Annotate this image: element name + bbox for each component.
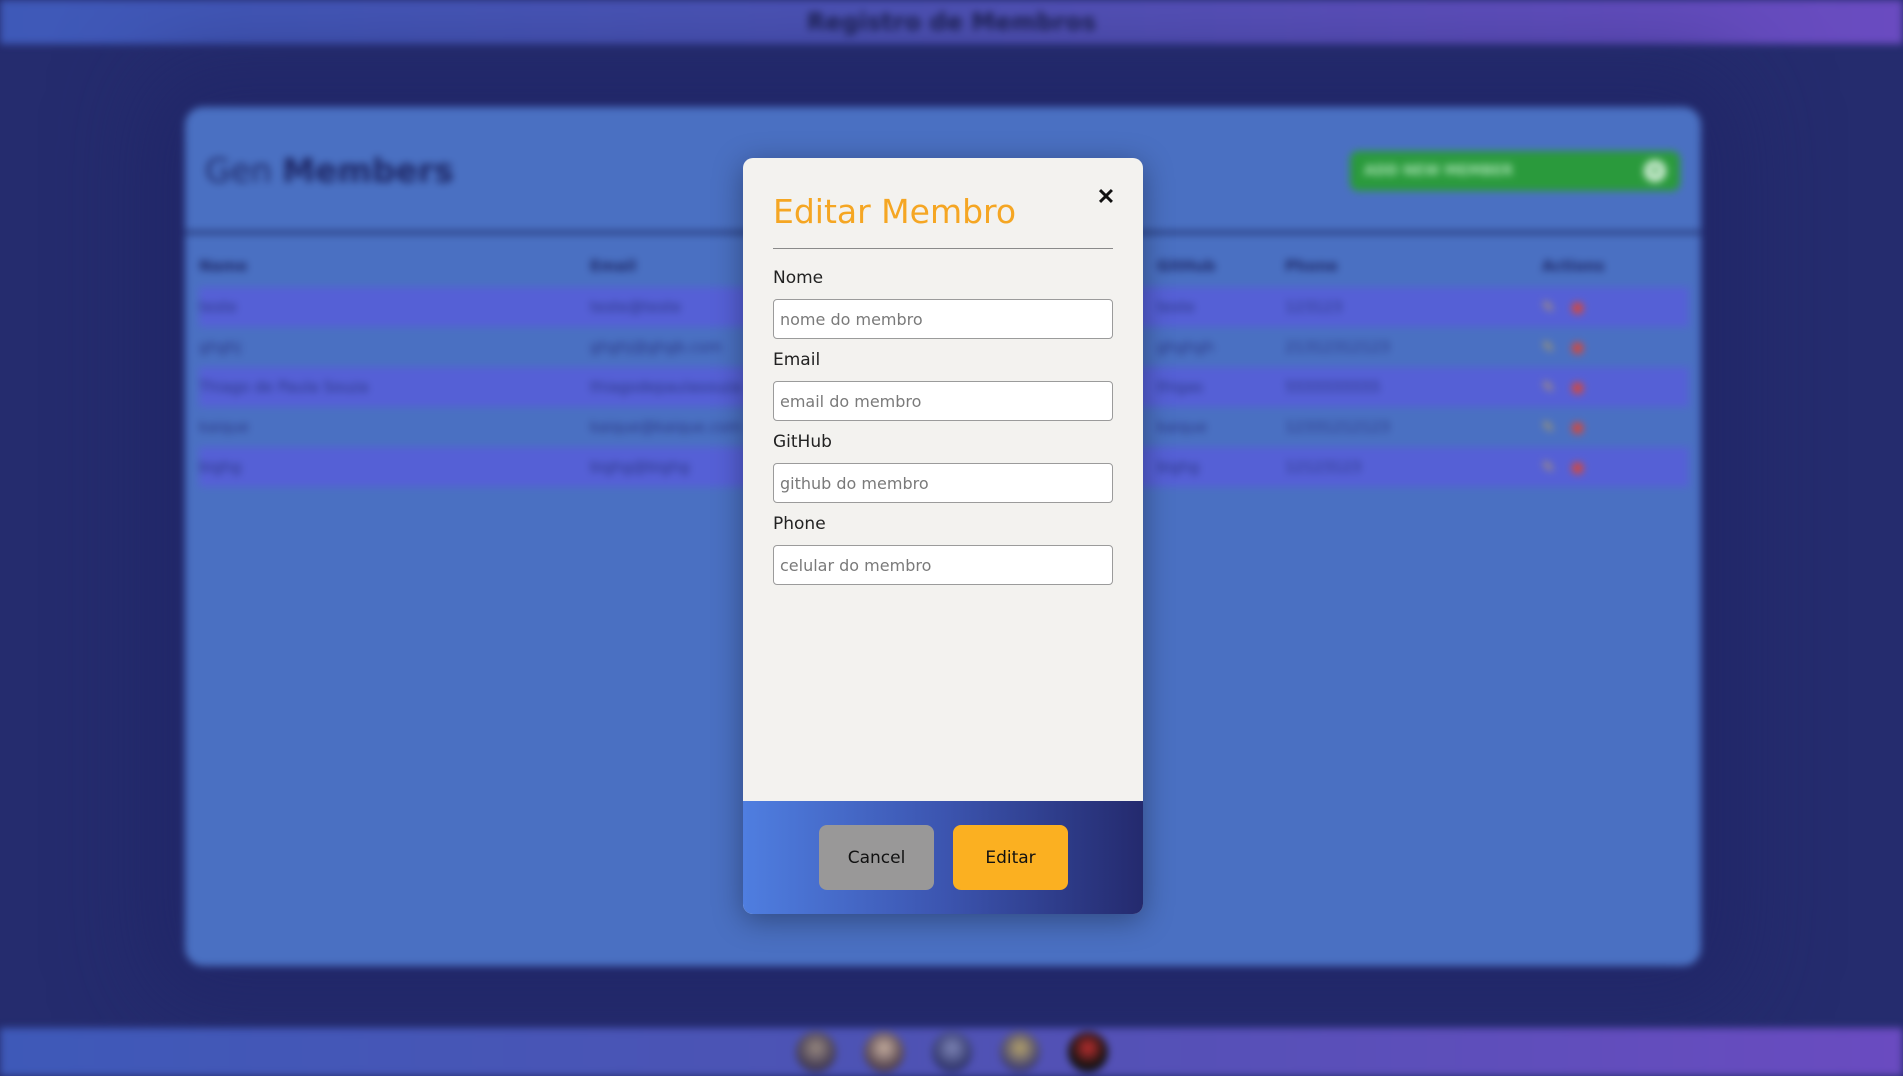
cell-email: teste@teste	[590, 298, 682, 316]
cell-github: ghghgh	[1157, 338, 1215, 356]
email-field-label: Email	[773, 350, 821, 370]
cell-name: kaique	[199, 418, 250, 436]
modal-footer: Cancel Editar	[743, 801, 1143, 914]
panel-title-prefix: Gen	[205, 151, 272, 190]
cell-phone: 123123	[1285, 298, 1343, 316]
avatar[interactable]	[999, 1032, 1040, 1072]
pencil-icon[interactable]: ✎	[1542, 338, 1555, 356]
github-field-label: GitHub	[773, 432, 832, 452]
cell-phone: 5555555555	[1285, 378, 1381, 396]
column-header-github: GitHub	[1157, 257, 1216, 275]
trash-icon[interactable]: ●	[1571, 458, 1584, 476]
trash-icon[interactable]: ●	[1571, 338, 1584, 356]
trash-icon[interactable]: ●	[1571, 298, 1584, 316]
modal-divider	[773, 248, 1113, 249]
cell-phone: 12123123	[1285, 458, 1362, 476]
cell-github: kaique	[1157, 418, 1208, 436]
edit-member-modal: Editar Membro ✕ Nome Email GitHub Phone …	[743, 158, 1143, 914]
cell-github: thigas	[1157, 378, 1204, 396]
github-field[interactable]	[773, 463, 1113, 503]
column-header-actions: Actions	[1542, 257, 1605, 275]
trash-icon[interactable]: ●	[1571, 418, 1584, 436]
avatar[interactable]	[1067, 1032, 1108, 1072]
phone-field[interactable]	[773, 545, 1113, 585]
cell-email: ghghj@ghgb.com	[590, 338, 723, 356]
cell-phone: 21312312123	[1285, 338, 1390, 356]
pencil-icon[interactable]: ✎	[1542, 378, 1555, 396]
cell-github: teste	[1157, 298, 1196, 316]
cell-email: kaique@kaique.com	[590, 418, 742, 436]
email-field[interactable]	[773, 381, 1113, 421]
cancel-button[interactable]: Cancel	[819, 825, 934, 890]
submit-edit-button[interactable]: Editar	[953, 825, 1068, 890]
plus-circle-icon: +	[1644, 160, 1666, 182]
app-footer	[0, 1028, 1903, 1076]
phone-field-label: Phone	[773, 514, 826, 534]
avatar[interactable]	[863, 1032, 904, 1072]
panel-title: Gen Members	[205, 151, 454, 190]
pencil-icon[interactable]: ✎	[1542, 458, 1555, 476]
name-field[interactable]	[773, 299, 1113, 339]
pencil-icon[interactable]: ✎	[1542, 298, 1555, 316]
avatar[interactable]	[931, 1032, 972, 1072]
cell-email: bighg@bighg	[590, 458, 690, 476]
cell-phone: 12331212123	[1285, 418, 1390, 436]
modal-title: Editar Membro	[773, 192, 1017, 231]
column-header-phone: Phone	[1285, 257, 1338, 275]
cell-github: bighg	[1157, 458, 1200, 476]
close-icon[interactable]: ✕	[1093, 184, 1119, 210]
pencil-icon[interactable]: ✎	[1542, 418, 1555, 436]
column-header-name: Name	[199, 257, 248, 275]
app-title: Registro de Membros	[806, 8, 1097, 36]
column-header-email: Email	[590, 257, 637, 275]
cell-name: bighg	[199, 458, 242, 476]
name-field-label: Nome	[773, 268, 824, 288]
trash-icon[interactable]: ●	[1571, 378, 1584, 396]
app-header: Registro de Membros	[0, 0, 1903, 44]
avatar[interactable]	[795, 1032, 836, 1072]
cell-name: teste	[199, 298, 238, 316]
cell-name: ghghj	[199, 338, 242, 356]
add-new-member-button[interactable]: ADD NEW MEMBER +	[1350, 151, 1680, 191]
cell-name: Thiago de Paula Souza	[199, 378, 369, 396]
panel-title-bold: Members	[282, 151, 454, 190]
cell-email: thiagodepaulasouza	[590, 378, 742, 396]
add-new-member-label: ADD NEW MEMBER	[1364, 163, 1513, 179]
